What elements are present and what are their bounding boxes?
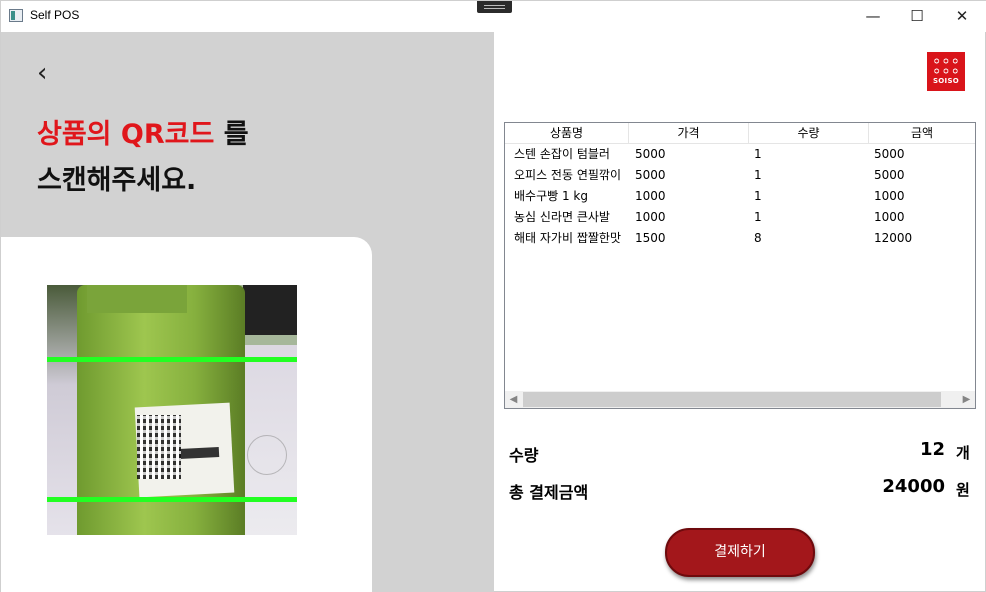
scroll-left-icon[interactable]: ◀ [505,391,522,408]
cell-quantity: 1 [754,147,762,161]
window-drag-grip[interactable] [477,1,512,13]
title-bar: Self POS — ☐ ✕ [1,1,986,32]
cell-amount: 5000 [874,168,905,182]
cell-name: 배수구빵 1 kg [514,189,588,203]
quantity-value: 12 [919,439,945,460]
cell-amount: 1000 [874,210,905,224]
camera-background-doodle [247,435,287,475]
quantity-label: 수량 [509,446,539,465]
heading-suffix-text: 를 [214,119,249,150]
cell-price: 5000 [635,168,666,182]
total-unit: 원 [956,481,970,499]
cell-name: 농심 신라면 큰사발 [514,210,610,224]
qr-highlight-text: 상품의 QR코드 [37,119,215,150]
column-header-amount[interactable]: 금액 [869,123,975,144]
logo-dots [932,56,960,76]
column-header-name[interactable]: 상품명 [505,123,629,144]
minimize-button[interactable]: — [851,1,895,32]
cell-price: 5000 [635,147,666,161]
cell-name: 해태 자가비 짭짤한맛 [514,231,621,245]
cell-amount: 1000 [874,189,905,203]
close-button[interactable]: ✕ [940,1,984,32]
soiso-logo: SOISO [927,52,965,91]
app-icon [9,9,23,22]
logo-text: SOISO [932,77,960,85]
table-row[interactable]: 배수구빵 1 kg 1000 1 1000 [505,186,975,207]
scan-instruction-line1: 상품의 QR코드 를 [37,112,249,151]
cell-quantity: 1 [754,168,762,182]
scan-instruction-line2: 스캔해주세요. [37,165,197,196]
scan-guide-line-bottom [47,497,297,502]
column-header-price[interactable]: 가격 [629,123,749,144]
cell-name: 오피스 전동 연필깎이 [514,168,621,182]
cell-quantity: 1 [754,189,762,203]
table-row[interactable]: 농심 신라면 큰사발 1000 1 1000 [505,207,975,228]
scrollbar-thumb[interactable] [523,392,941,407]
quantity-unit: 개 [956,444,970,462]
column-header-quantity[interactable]: 수량 [749,123,869,144]
cell-quantity: 8 [754,231,762,245]
product-top [87,285,187,313]
pay-button[interactable]: 결제하기 [665,528,815,577]
total-label: 총 결제금액 [509,483,589,502]
maximize-button[interactable]: ☐ [895,1,939,32]
table-header: 상품명 가격 수량 금액 [505,123,975,144]
cell-price: 1000 [635,210,666,224]
window-title: Self POS [30,8,80,22]
scroll-right-icon[interactable]: ▶ [958,391,975,408]
cell-price: 1000 [635,189,666,203]
cell-quantity: 1 [754,210,762,224]
horizontal-scrollbar[interactable]: ◀ ▶ [505,391,975,408]
cell-name: 스텐 손잡이 텀블러 [514,147,610,161]
back-button[interactable]: ‹ [37,60,47,86]
qr-code-pattern [137,415,181,479]
camera-preview [47,285,297,535]
cart-table[interactable]: 상품명 가격 수량 금액 스텐 손잡이 텀블러 5000 1 5000 오피스 … [504,122,976,409]
table-row[interactable]: 오피스 전동 연필깎이 5000 1 5000 [505,165,975,186]
table-row[interactable]: 스텐 손잡이 텀블러 5000 1 5000 [505,144,975,165]
product-label-strip [178,446,220,460]
camera-background-dark [243,285,297,335]
total-value: 24000 [882,476,945,497]
self-pos-window: Self POS — ☐ ✕ ‹ 상품의 QR코드 를 스캔해주세요. SOIS… [0,0,986,592]
cell-amount: 5000 [874,147,905,161]
cell-amount: 12000 [874,231,913,245]
cell-price: 1500 [635,231,666,245]
scan-guide-line-top [47,357,297,362]
table-row[interactable]: 해태 자가비 짭짤한맛 1500 8 12000 [505,228,975,249]
